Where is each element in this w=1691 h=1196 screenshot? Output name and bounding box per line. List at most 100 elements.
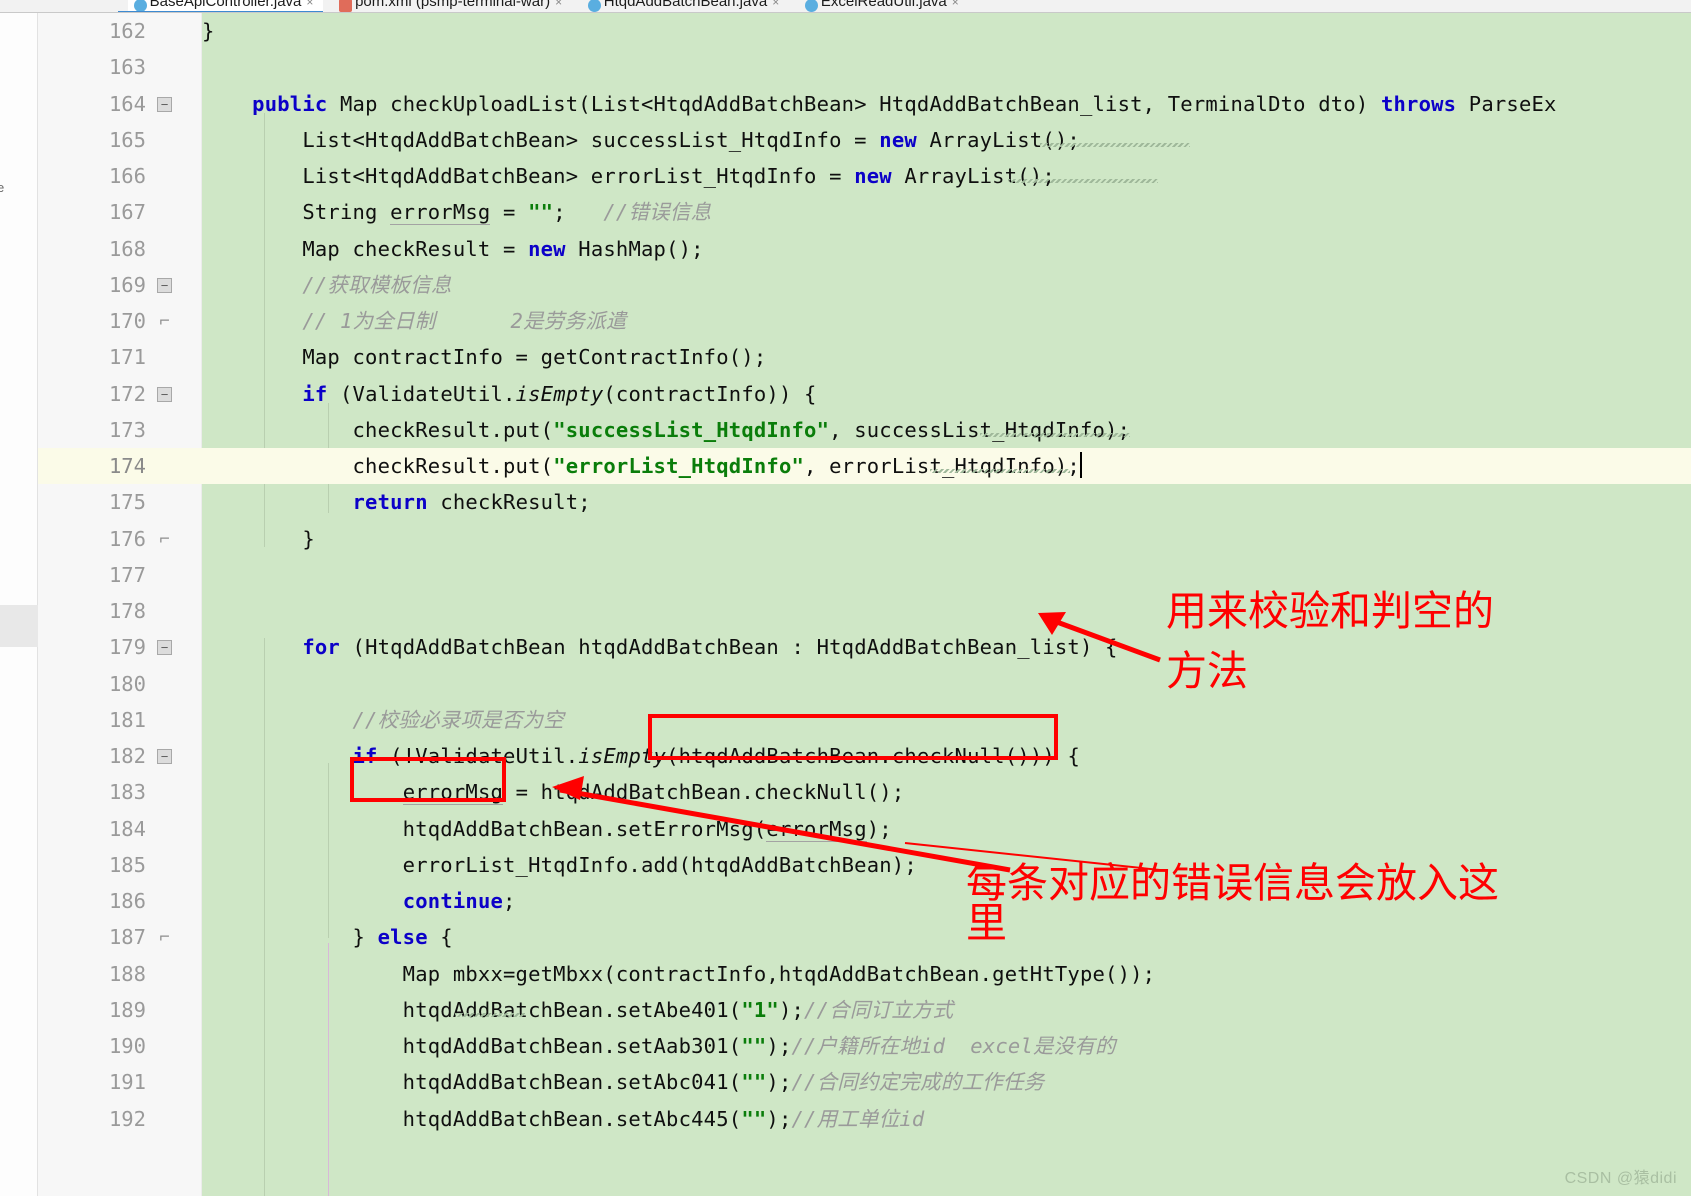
code-token: ; <box>503 889 516 913</box>
code-line[interactable]: if (ValidateUtil.isEmpty(contractInfo)) … <box>202 376 1691 412</box>
code-line[interactable]: htqdAddBatchBean.setAbc041("");//合同约定完成的… <box>202 1064 1691 1100</box>
code-token: "" <box>741 1106 767 1131</box>
line-number: 179 <box>108 635 146 660</box>
fold-collapse-icon[interactable]: − <box>157 277 172 293</box>
code-line[interactable]: } <box>202 521 1691 557</box>
code-token: htqdAddBatchBean.setAbc445( <box>202 1106 742 1131</box>
fold-brace-icon[interactable]: ⌐ <box>157 529 172 547</box>
tab-pom-xml[interactable]: pom.xml (psmp-terminal-war) × <box>333 0 572 12</box>
editor-tab-bar: BaseApiController.java × pom.xml (psmp-te… <box>0 0 1691 13</box>
code-token: checkResult.put( <box>202 417 554 442</box>
code-line[interactable]: } else { <box>202 919 1691 955</box>
line-number: 185 <box>108 852 146 877</box>
code-line[interactable]: Map checkResult = new HashMap(); <box>202 231 1691 267</box>
tab-spacer <box>0 0 118 12</box>
code-token: //校验必录项是否为空 <box>202 707 564 732</box>
line-number: 180 <box>108 671 146 696</box>
close-icon[interactable]: × <box>555 0 562 8</box>
code-line[interactable]: Map contractInfo = getContractInfo(); <box>202 339 1691 375</box>
code-token: "errorList_HtqdInfo" <box>553 454 805 478</box>
code-line[interactable]: errorMsg = htqdAddBatchBean.checkNull(); <box>202 774 1691 810</box>
code-token: (!ValidateUtil. <box>377 744 579 768</box>
fold-collapse-icon[interactable]: − <box>157 749 172 764</box>
line-number: 166 <box>108 164 146 188</box>
code-line[interactable]: //校验必录项是否为空 <box>202 702 1691 738</box>
code-token: String <box>202 200 391 225</box>
tab-excelreadutil[interactable]: ExcelReadUtil.java × <box>799 0 969 12</box>
code-token: ); <box>766 1106 792 1131</box>
code-line[interactable]: // 1为全日制 2是劳务派遣 <box>202 303 1691 339</box>
code-line[interactable]: List<HtqdAddBatchBean> successList_HtqdI… <box>202 122 1691 158</box>
code-line[interactable]: public Map checkUploadList(List<HtqdAddB… <box>202 86 1691 122</box>
close-icon[interactable]: × <box>952 0 959 8</box>
code-token: ); <box>766 1070 792 1095</box>
code-line[interactable]: htqdAddBatchBean.setErrorMsg(errorMsg); <box>202 811 1691 847</box>
fold-brace-icon[interactable]: ⌐ <box>157 311 172 329</box>
code-line[interactable]: checkResult.put("successList_HtqdInfo", … <box>202 412 1691 448</box>
code-token: ; <box>553 200 604 225</box>
fold-collapse-icon[interactable]: − <box>157 96 172 112</box>
tab-label: ExcelReadUtil.java <box>820 0 947 10</box>
line-number: 169 <box>108 272 146 297</box>
line-number: 165 <box>108 127 146 152</box>
line-number: 181 <box>108 707 146 732</box>
code-line[interactable]: if (!ValidateUtil.isEmpty(htqdAddBatchBe… <box>202 738 1691 774</box>
line-number: 170 <box>108 309 146 333</box>
close-icon[interactable]: × <box>772 0 779 8</box>
code-token: public <box>252 91 328 116</box>
code-line[interactable] <box>202 666 1691 702</box>
xml-file-icon <box>339 0 353 12</box>
code-line[interactable]: String errorMsg = ""; //错误信息 <box>202 194 1691 230</box>
code-token: HashMap(); <box>565 236 704 261</box>
line-number: 182 <box>108 744 146 768</box>
code-token: //合同订立方式 <box>804 997 954 1022</box>
code-line[interactable]: return checkResult; <box>202 484 1691 520</box>
code-token: errorMsg <box>766 816 867 842</box>
code-line[interactable]: //获取模板信息 <box>202 267 1691 303</box>
code-token: Map checkUploadList(List<HtqdAddBatchBea… <box>327 91 1381 116</box>
line-number: 167 <box>108 200 146 225</box>
fold-brace-icon[interactable]: ⌐ <box>157 927 172 945</box>
screenshot-root: BaseApiController.java × pom.xml (psmp-te… <box>0 0 1691 1196</box>
code-line[interactable]: } <box>202 13 1691 49</box>
code-token: ParseEx <box>1456 91 1557 116</box>
code-token: "1" <box>741 997 779 1022</box>
java-class-icon <box>804 0 818 12</box>
spellcheck-squiggle <box>980 433 1130 437</box>
code-line[interactable]: htqdAddBatchBean.setAbe401("1");//合同订立方式 <box>202 992 1691 1028</box>
code-token: { <box>427 925 453 950</box>
fold-collapse-icon[interactable]: − <box>157 386 172 402</box>
code-token: else <box>377 925 428 950</box>
code-token: List<HtqdAddBatchBean> errorList_HtqdInf… <box>202 164 855 188</box>
code-token: errorMsg <box>390 200 491 226</box>
code-token: for <box>302 635 340 660</box>
code-line[interactable] <box>202 49 1691 85</box>
side-label: e <box>0 180 5 195</box>
code-line[interactable]: checkResult.put("errorList_HtqdInfo", er… <box>202 448 1691 484</box>
code-token: (contractInfo)) { <box>603 381 817 406</box>
code-token: "" <box>741 1034 767 1058</box>
code-line[interactable]: htqdAddBatchBean.setAab301("");//户籍所在地id… <box>202 1028 1691 1064</box>
fold-collapse-icon[interactable]: − <box>157 640 172 656</box>
tab-label: BaseApiController.java <box>149 0 302 10</box>
code-token: "" <box>528 200 554 225</box>
tab-label: pom.xml (psmp-terminal-war) <box>355 0 551 10</box>
code-line[interactable]: List<HtqdAddBatchBean> errorList_HtqdInf… <box>202 158 1691 194</box>
code-line[interactable]: htqdAddBatchBean.setAbc445("");//用工单位id <box>202 1101 1691 1137</box>
code-token: } <box>202 19 215 43</box>
annotation-note-bottom-line2: 里 <box>966 899 1007 947</box>
code-token: new <box>854 164 892 188</box>
line-number: 184 <box>108 816 146 841</box>
code-token: isEmpty <box>515 381 604 406</box>
code-token: isEmpty <box>578 744 667 768</box>
code-token: //错误信息 <box>603 200 712 225</box>
line-number: 190 <box>108 1034 146 1058</box>
code-token: //获取模板信息 <box>202 272 452 297</box>
code-token: ); <box>778 997 805 1022</box>
close-icon[interactable]: × <box>306 0 313 8</box>
spellcheck-squiggle <box>1008 179 1158 183</box>
tab-htqdaddbatchbean[interactable]: HtqdAddBatchBean.java × <box>582 0 789 12</box>
code-line[interactable]: Map mbxx=getMbxx(contractInfo,htqdAddBat… <box>202 956 1691 992</box>
